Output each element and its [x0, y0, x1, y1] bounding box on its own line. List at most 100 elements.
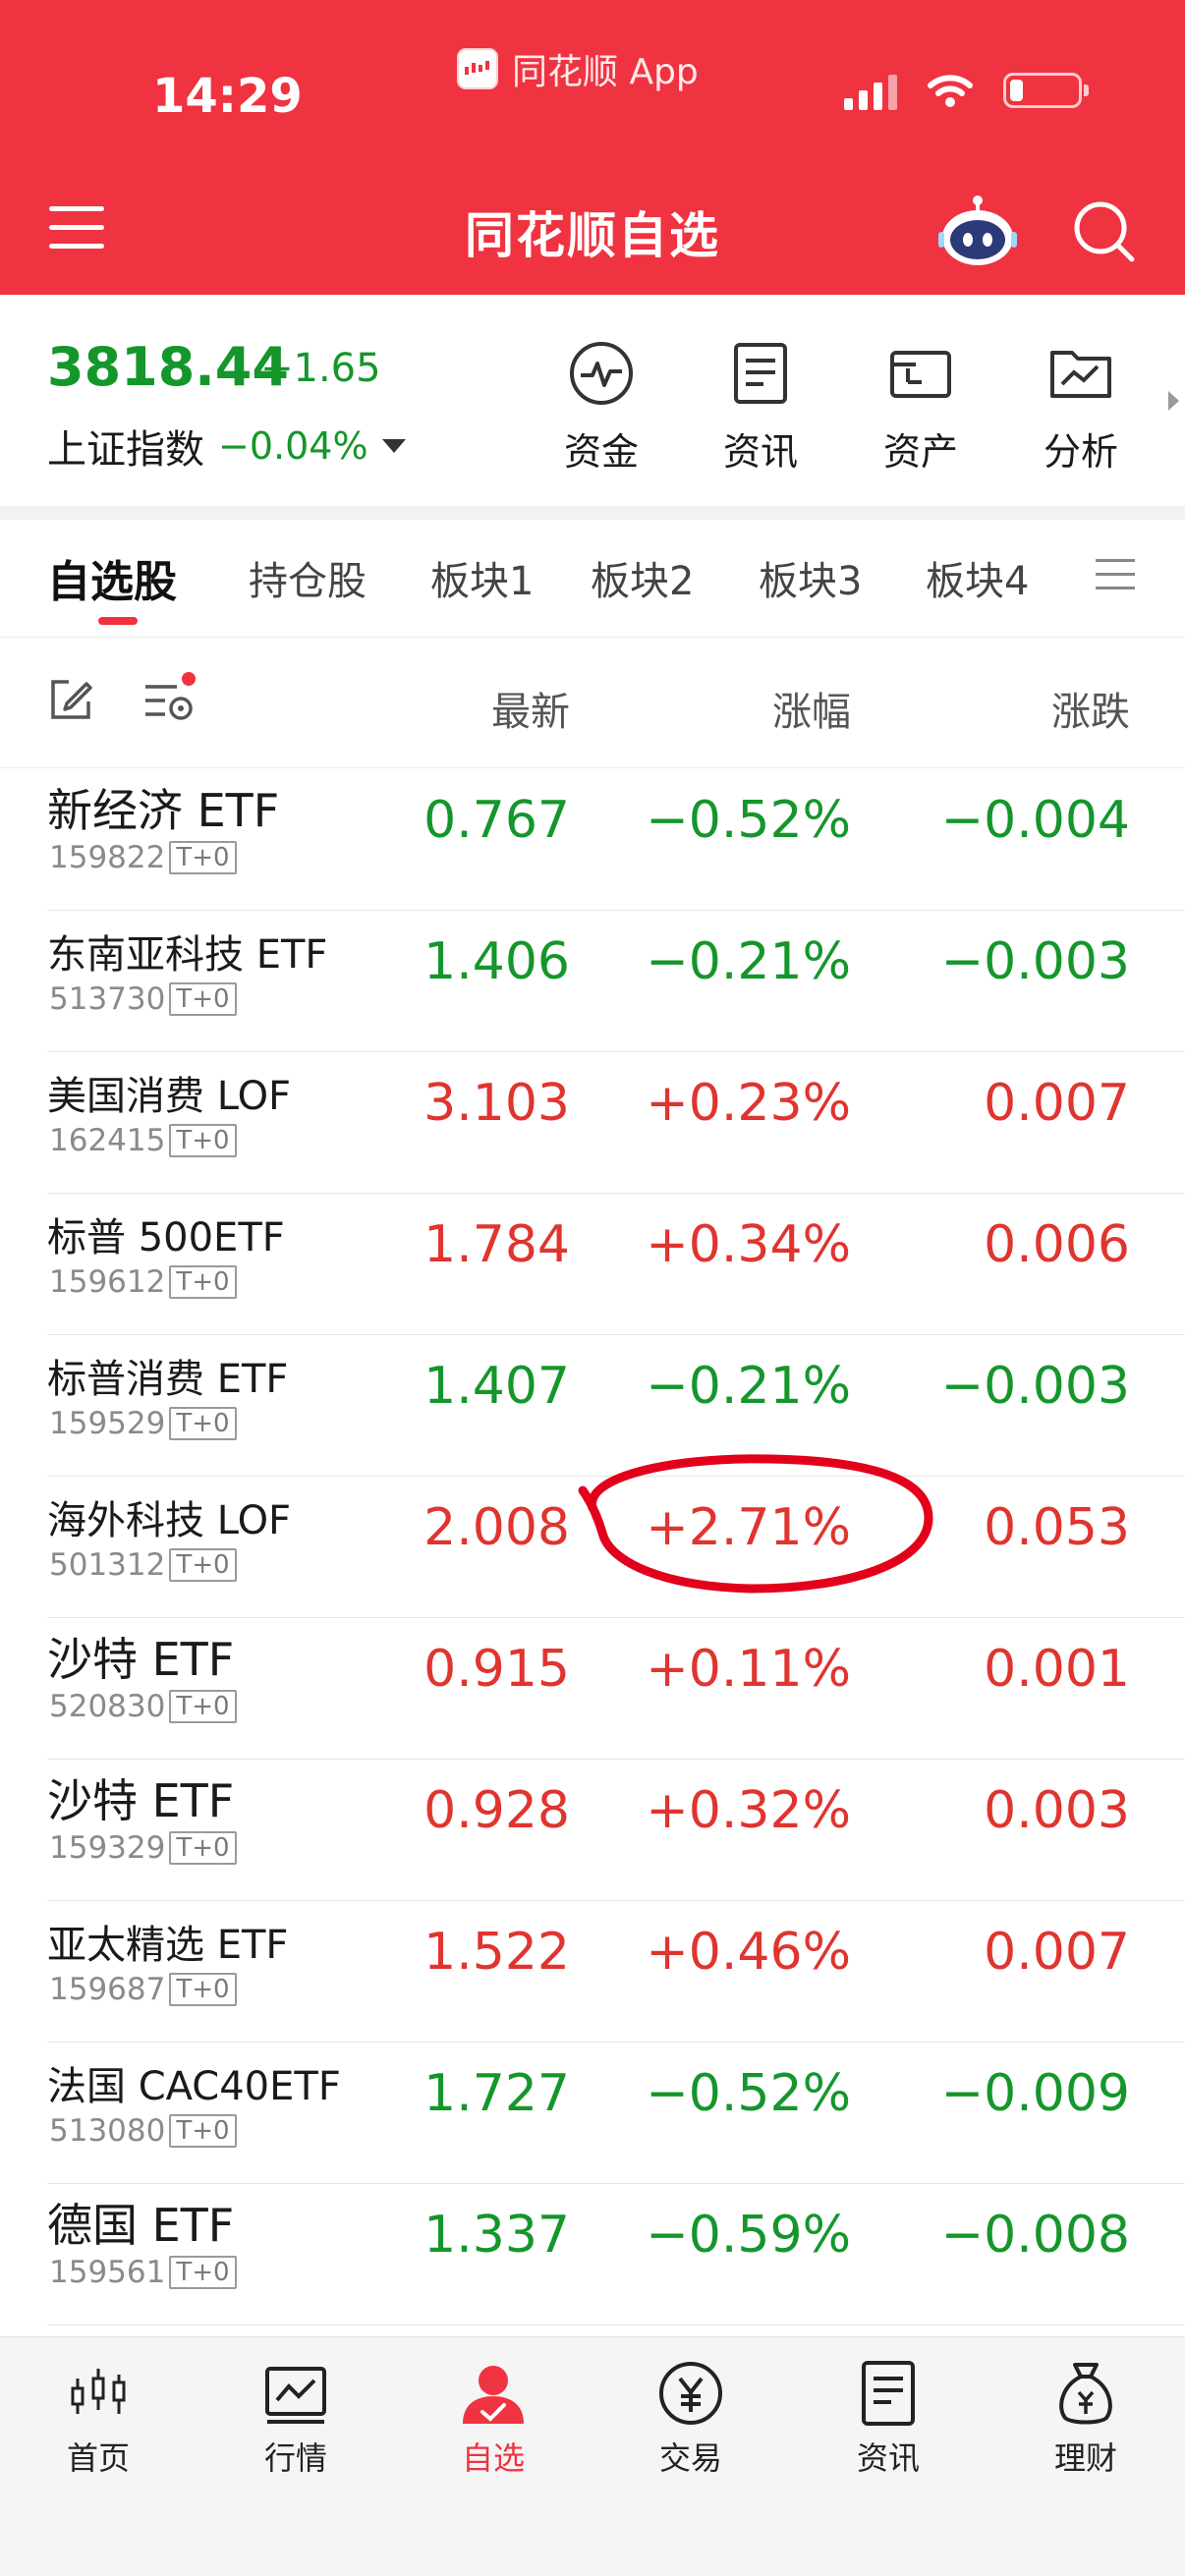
- tab-watchlist[interactable]: 自选股: [47, 546, 177, 609]
- column-latest[interactable]: 最新: [491, 680, 570, 737]
- change-pct: −0.52%: [646, 791, 851, 850]
- trade-tag-badge: T+0: [169, 1124, 237, 1157]
- wifi-icon: [928, 75, 973, 107]
- nav-market[interactable]: 行情: [227, 2359, 365, 2479]
- fund-code-value: 159822: [49, 840, 166, 875]
- table-row[interactable]: 沙特 ETF 520830 T+0 0.915 +0.11% 0.001: [0, 1618, 1185, 1760]
- tab-sector-1[interactable]: 板块1: [430, 549, 534, 606]
- search-icon[interactable]: [1069, 196, 1138, 265]
- edit-icon[interactable]: [47, 676, 94, 723]
- nav-trade[interactable]: 交易: [622, 2359, 760, 2479]
- fund-name: 东南亚科技 ETF: [47, 932, 328, 978]
- table-row[interactable]: 海外科技 LOF 501312 T+0 2.008 +2.71% 0.053: [0, 1477, 1185, 1618]
- latest-price: 0.767: [423, 791, 570, 850]
- change-value: −0.004: [940, 791, 1130, 850]
- change-pct: +0.11%: [646, 1640, 851, 1699]
- table-row[interactable]: 法国 CAC40ETF 513080 T+0 1.727 −0.52% −0.009: [0, 2043, 1185, 2184]
- table-row[interactable]: 东南亚科技 ETF 513730 T+0 1.406 −0.21% −0.003: [0, 911, 1185, 1052]
- status-icons: [844, 71, 1089, 110]
- change-value: −0.009: [940, 2064, 1130, 2123]
- latest-price: 1.727: [423, 2064, 570, 2123]
- fund-code: 501312 T+0: [49, 1547, 237, 1583]
- change-pct: +0.32%: [646, 1781, 851, 1840]
- index-selector[interactable]: 上证指数 −0.04%: [47, 418, 406, 475]
- active-tab-indicator: [98, 617, 138, 625]
- nav-label: 自选: [461, 2439, 525, 2477]
- fund-name: 海外科技 LOF: [47, 1498, 292, 1543]
- money-bag-icon: [1059, 2363, 1112, 2425]
- trade-tag-badge: T+0: [169, 2114, 237, 2148]
- index-change: −1.65: [260, 346, 381, 391]
- quick-link-news[interactable]: 资讯: [702, 339, 819, 476]
- quick-link-analysis[interactable]: 分析: [1022, 339, 1140, 476]
- status-time: 14:29: [152, 69, 303, 124]
- quick-link-funds[interactable]: 资金: [542, 339, 660, 476]
- nav-home[interactable]: 首页: [29, 2359, 167, 2479]
- change-pct: +0.23%: [646, 1074, 851, 1133]
- nav-watchlist[interactable]: 自选: [424, 2359, 562, 2479]
- change-value: −0.008: [940, 2206, 1130, 2265]
- nav-news[interactable]: 资讯: [819, 2359, 957, 2479]
- change-value: 0.053: [984, 1498, 1130, 1557]
- latest-price: 3.103: [423, 1074, 570, 1133]
- chart-folder-icon: [1050, 351, 1111, 398]
- column-pct[interactable]: 涨幅: [772, 680, 851, 737]
- fund-name: 标普消费 ETF: [47, 1357, 289, 1402]
- index-pct: −0.04%: [218, 424, 368, 468]
- change-pct: −0.59%: [646, 2206, 851, 2265]
- fund-code: 159561 T+0: [49, 2255, 237, 2290]
- column-change[interactable]: 涨跌: [1051, 680, 1130, 737]
- status-app-indicator[interactable]: 同花顺 App: [457, 44, 699, 93]
- battery-icon: [1003, 73, 1089, 108]
- quick-link-label: 资金: [563, 430, 639, 474]
- document-icon: [734, 343, 787, 404]
- trade-tag-badge: T+0: [169, 2256, 237, 2289]
- change-pct: −0.52%: [646, 2064, 851, 2123]
- sort-settings-icon[interactable]: [141, 671, 200, 726]
- table-row[interactable]: 亚太精选 ETF 159687 T+0 1.522 +0.46% 0.007: [0, 1901, 1185, 2043]
- table-row[interactable]: 标普消费 ETF 159529 T+0 1.407 −0.21% −0.003: [0, 1335, 1185, 1477]
- nav-label: 资讯: [856, 2439, 920, 2477]
- status-app-name: 同花顺 App: [512, 52, 699, 92]
- quick-link-label: 分析: [1043, 430, 1118, 474]
- fund-name: 新经济 ETF: [47, 784, 280, 837]
- trade-tag-badge: T+0: [169, 1831, 237, 1865]
- table-row[interactable]: 标普 500ETF 159612 T+0 1.784 +0.34% 0.006: [0, 1194, 1185, 1335]
- change-value: −0.003: [940, 932, 1130, 991]
- index-summary[interactable]: 3818.44 −1.65 上证指数 −0.04% 资金 资讯 资产 分析: [0, 295, 1185, 506]
- scroll-right-arrow-icon[interactable]: [1168, 391, 1179, 411]
- app-logo-icon: [457, 48, 498, 89]
- watchlist-table: 新经济 ETF 159822 T+0 0.767 −0.52% −0.004 东南亚科技 E…: [0, 769, 1185, 2325]
- latest-price: 2.008: [423, 1498, 570, 1557]
- news-icon: [862, 2361, 915, 2426]
- fund-name: 亚太精选 ETF: [47, 1923, 289, 1968]
- quick-link-label: 资产: [882, 430, 958, 474]
- tab-holdings[interactable]: 持仓股: [249, 549, 367, 606]
- quick-link-assets[interactable]: 资产: [862, 339, 980, 476]
- tab-sector-3[interactable]: 板块3: [759, 549, 862, 606]
- fund-code-value: 513730: [49, 981, 166, 1017]
- tab-sector-2[interactable]: 板块2: [591, 549, 694, 606]
- change-pct: +0.46%: [646, 1923, 851, 1982]
- index-name: 上证指数: [47, 427, 204, 473]
- app-header: 14:29 同花顺 App 同花顺自选: [0, 0, 1185, 295]
- robot-assistant-icon[interactable]: [938, 195, 1017, 267]
- fund-code: 162415 T+0: [49, 1123, 237, 1158]
- nav-label: 行情: [263, 2439, 327, 2477]
- fund-code-value: 159561: [49, 2255, 166, 2290]
- table-row[interactable]: 美国消费 LOF 162415 T+0 3.103 +0.23% 0.007: [0, 1052, 1185, 1194]
- change-value: 0.007: [984, 1923, 1130, 1982]
- index-value: 3818.44: [47, 336, 289, 398]
- candlestick-icon: [71, 2369, 126, 2414]
- table-row[interactable]: 德国 ETF 159561 T+0 1.337 −0.59% −0.008: [0, 2184, 1185, 2325]
- nav-label: 理财: [1053, 2439, 1117, 2477]
- fund-code-value: 159687: [49, 1972, 166, 2007]
- latest-price: 0.928: [423, 1781, 570, 1840]
- nav-wealth[interactable]: 理财: [1017, 2359, 1155, 2479]
- table-row[interactable]: 沙特 ETF 159329 T+0 0.928 +0.32% 0.003: [0, 1760, 1185, 1901]
- tab-list-menu-icon[interactable]: [1096, 559, 1135, 600]
- change-pct: −0.21%: [646, 932, 851, 991]
- section-divider: [0, 506, 1185, 520]
- tab-sector-4[interactable]: 板块4: [926, 549, 1029, 606]
- table-row[interactable]: 新经济 ETF 159822 T+0 0.767 −0.52% −0.004: [0, 769, 1185, 911]
